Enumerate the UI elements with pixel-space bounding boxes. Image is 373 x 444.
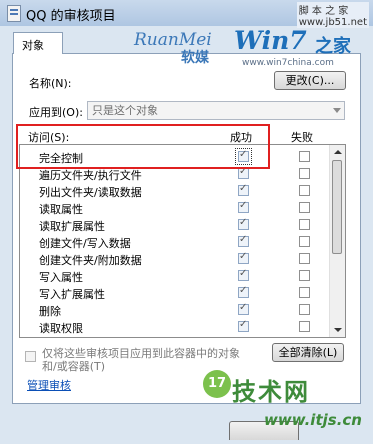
allow-checkbox[interactable]: [238, 234, 249, 247]
permission-row: 写入扩展属性: [20, 285, 331, 301]
win7-logo: Win7: [234, 26, 307, 55]
scrollbar[interactable]: [329, 145, 345, 337]
permission-label: 遍历文件夹/执行文件: [39, 169, 142, 182]
permission-row: 读取属性: [20, 200, 331, 216]
permission-row: 列出文件夹/读取数据: [20, 183, 331, 199]
permission-row: 读取扩展属性: [20, 217, 331, 233]
deny-checkbox[interactable]: [299, 321, 310, 332]
window-icon: [7, 5, 21, 22]
itjs-logo-badge: 17: [203, 370, 231, 398]
deny-checkbox[interactable]: [299, 168, 310, 179]
permission-label: 创建文件/写入数据: [39, 237, 131, 250]
deny-checkbox[interactable]: [299, 253, 310, 264]
ruanmei-logo-cn: 软媒: [181, 50, 209, 66]
permission-row: 遍历文件夹/执行文件: [20, 166, 331, 182]
permission-list[interactable]: 完全控制遍历文件夹/执行文件列出文件夹/读取数据读取属性读取扩展属性创建文件/写…: [19, 144, 346, 338]
deny-checkbox[interactable]: [299, 236, 310, 247]
name-label: 名称(N):: [29, 77, 72, 90]
allow-checkbox[interactable]: [238, 251, 249, 264]
permission-row: 读取权限: [20, 319, 331, 335]
scroll-down-arrow-icon[interactable]: [334, 328, 342, 332]
deny-checkbox[interactable]: [299, 287, 310, 298]
watermark-url: www.win7china.com: [242, 58, 334, 68]
apply-to-value: 只是这个对象: [92, 104, 158, 117]
permission-label: 完全控制: [39, 152, 83, 165]
deny-checkbox[interactable]: [299, 185, 310, 196]
allow-checkbox[interactable]: [235, 148, 252, 165]
permission-label: 创建文件夹/附加数据: [39, 254, 142, 267]
deny-header: 失败: [291, 131, 313, 144]
window-title: QQ 的审核项目: [26, 9, 116, 24]
title-bar: QQ 的审核项目 脚 本 之 家 www.jb51.net: [0, 0, 373, 28]
deny-checkbox[interactable]: [299, 151, 310, 162]
deny-checkbox[interactable]: [299, 270, 310, 281]
permission-label: 读取权限: [39, 322, 83, 335]
allow-checkbox[interactable]: [238, 200, 249, 213]
clear-all-button[interactable]: 全部清除(L): [272, 343, 344, 362]
scroll-thumb[interactable]: [332, 160, 342, 254]
access-header: 访问(S):: [28, 131, 70, 144]
apply-only-checkbox[interactable]: [25, 351, 36, 362]
allow-checkbox[interactable]: [238, 319, 249, 332]
permission-label: 写入属性: [39, 271, 83, 284]
allow-checkbox[interactable]: [238, 217, 249, 230]
permission-label: 读取属性: [39, 203, 83, 216]
site-watermark: 脚 本 之 家 www.jb51.net: [296, 2, 369, 28]
allow-checkbox[interactable]: [238, 285, 249, 298]
win7-logo-cn: 之家: [315, 36, 351, 57]
permission-row: 删除: [20, 302, 331, 318]
permission-row: 完全控制: [20, 148, 331, 165]
tab-object[interactable]: 对象: [13, 32, 63, 54]
permission-label: 列出文件夹/读取数据: [39, 186, 142, 199]
itjs-logo-text: 技术网: [232, 378, 310, 406]
apply-to-label: 应用到(O):: [29, 106, 83, 119]
deny-checkbox[interactable]: [299, 202, 310, 213]
permission-label: 删除: [39, 305, 61, 318]
permission-row: 创建文件夹/附加数据: [20, 251, 331, 267]
deny-checkbox[interactable]: [299, 219, 310, 230]
apply-to-select[interactable]: 只是这个对象: [87, 101, 345, 120]
permission-label: 写入扩展属性: [39, 288, 105, 301]
permission-label: 读取扩展属性: [39, 220, 105, 233]
allow-header: 成功: [230, 131, 252, 144]
allow-checkbox[interactable]: [238, 268, 249, 281]
apply-only-label: 仅将这些审核项目应用到此容器中的对象和/或容器(T): [42, 347, 240, 373]
itjs-logo-url: www.itjs.cn: [264, 411, 362, 429]
allow-checkbox[interactable]: [238, 183, 249, 196]
permission-row: 创建文件/写入数据: [20, 234, 331, 250]
change-button[interactable]: 更改(C)...: [274, 71, 346, 90]
permission-row: 写入属性: [20, 268, 331, 284]
manage-audit-link[interactable]: 管理审核: [27, 377, 71, 393]
chevron-down-icon: [333, 108, 341, 113]
deny-checkbox[interactable]: [299, 304, 310, 315]
allow-checkbox[interactable]: [238, 166, 249, 179]
scroll-up-arrow-icon[interactable]: [334, 150, 342, 154]
allow-checkbox[interactable]: [238, 302, 249, 315]
